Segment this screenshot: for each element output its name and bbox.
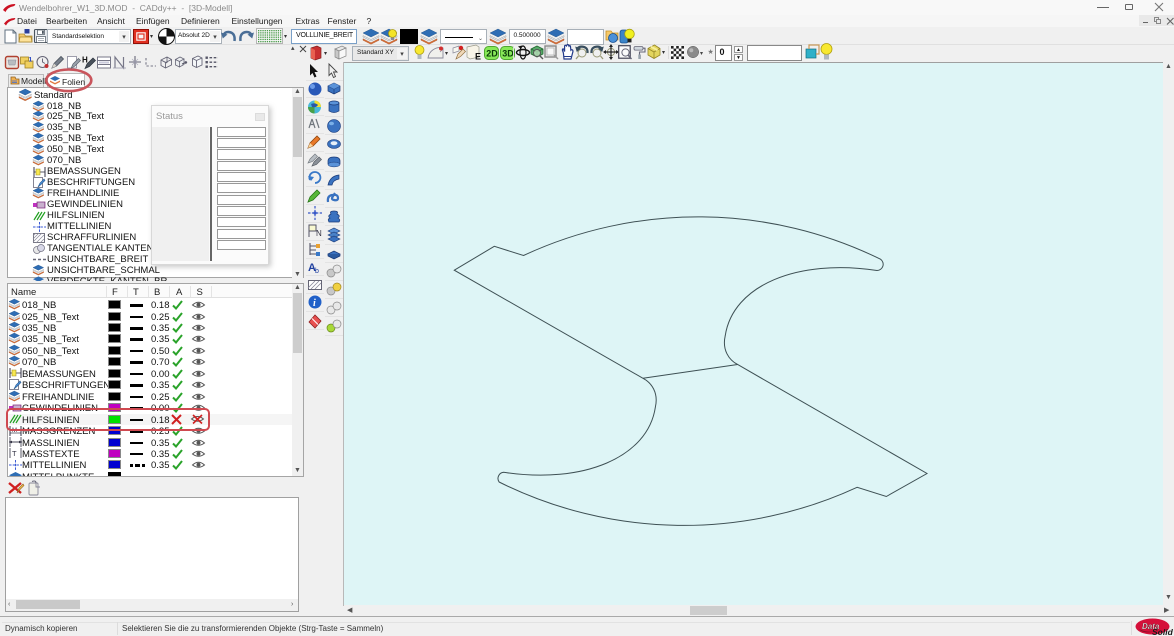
svg-text:Solid: Solid bbox=[1152, 627, 1174, 636]
svg-text:2D: 2D bbox=[486, 49, 498, 59]
svg-text:1: 1 bbox=[29, 57, 33, 64]
svg-text:T: T bbox=[12, 449, 17, 458]
svg-text:H: H bbox=[82, 56, 88, 65]
svg-text:b: b bbox=[315, 268, 319, 275]
svg-text:N: N bbox=[316, 229, 322, 238]
svg-text:E: E bbox=[475, 52, 481, 62]
svg-text:i: i bbox=[313, 298, 316, 309]
